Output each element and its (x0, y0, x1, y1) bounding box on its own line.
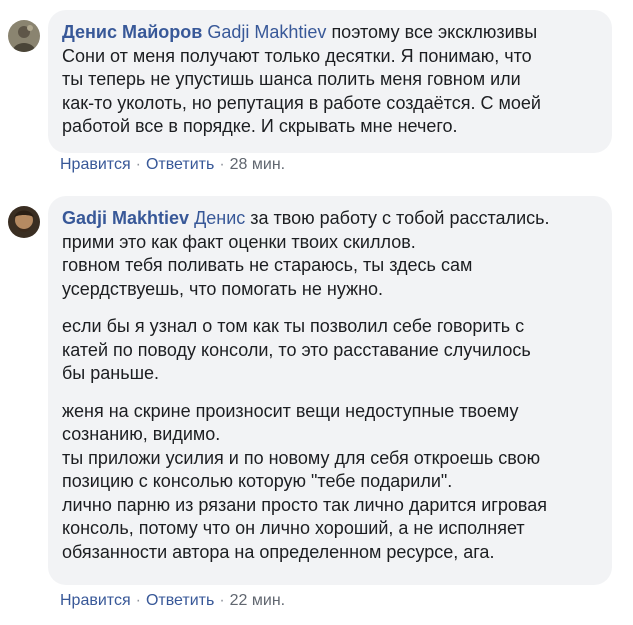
comment-text-line: усердствуешь, что помогать не нужно. (62, 278, 384, 299)
comment-author[interactable]: Денис Майоров (62, 22, 202, 42)
comment-text-line: обязанности автора на определенном ресур… (62, 541, 495, 562)
comment-actions: Нравится · Ответить · 22 мин. (60, 592, 285, 610)
avatar-denis[interactable] (8, 20, 40, 52)
separator-dot: · (135, 592, 141, 609)
comment-text-line: работой все в порядке. И скрывать мне не… (62, 116, 458, 136)
comment-mention[interactable]: Денис (194, 208, 245, 228)
avatar-photo-icon (8, 20, 40, 52)
comment-text-line: катей по поводу консоли, то это расстава… (62, 339, 531, 360)
separator-dot: · (219, 592, 225, 609)
like-link[interactable]: Нравится (60, 156, 131, 173)
comment-timestamp[interactable]: 28 мин. (230, 156, 285, 173)
comment-text-line: сознанию, видимо. (62, 424, 221, 444)
comment-text-line: как-то уколоть, но репутация в работе со… (62, 92, 541, 113)
like-link[interactable]: Нравится (60, 592, 131, 609)
comment-text-line: позицию с консолью которую "тебе подарил… (62, 471, 453, 491)
comment-text-line: Сони от меня получают только десятки. Я … (62, 45, 532, 66)
avatar-gadji[interactable] (8, 206, 40, 238)
comment-text-line: бы раньше. (62, 363, 160, 383)
comment-text-line: лично парню из рязани просто так лично д… (62, 494, 547, 515)
comment-bubble: Gadji Makhtiev Денис за твою работу с то… (48, 196, 612, 585)
comment-actions: Нравится · Ответить · 28 мин. (60, 156, 285, 174)
comment-bubble: Денис Майоров Gadji Makhtiev поэтому все… (48, 10, 612, 153)
comment-text-line: если бы я узнал о том как ты позволил се… (62, 316, 525, 336)
avatar-photo-icon (8, 206, 40, 238)
reply-link[interactable]: Ответить (146, 156, 214, 173)
comment-text-line: женя на скрине произносит вещи недоступн… (62, 400, 519, 421)
comment-text-line: прими это как факт оценки твоих скиллов. (62, 231, 416, 252)
comment-timestamp[interactable]: 22 мин. (230, 592, 285, 609)
comment-text-line: за твою работу с тобой расстались. (250, 208, 550, 228)
comment-text-line: консоль, потому что он лично хороший, а … (62, 518, 525, 538)
separator-dot: · (219, 156, 225, 173)
comment-mention[interactable]: Gadji Makhtiev (207, 22, 326, 42)
comment-text-line: поэтому все эксклюзивы (331, 22, 538, 42)
reply-link[interactable]: Ответить (146, 592, 214, 609)
comment-text-line: ты приложи усилия и по новому для себя о… (62, 447, 541, 468)
comment-text-line: ты теперь не упустишь шанса полить меня … (62, 69, 521, 89)
comment-text-line: говном тебя поливать не стараюсь, ты зде… (62, 255, 473, 275)
comment-author[interactable]: Gadji Makhtiev (62, 208, 189, 228)
separator-dot: · (135, 156, 141, 173)
